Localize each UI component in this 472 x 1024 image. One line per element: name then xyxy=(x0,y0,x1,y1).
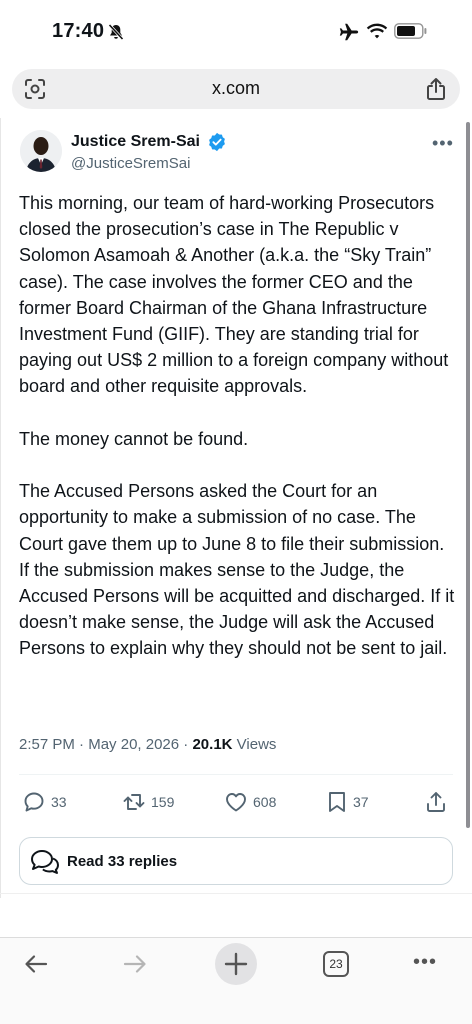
repost-count: 159 xyxy=(151,794,175,810)
bookmark-count: 37 xyxy=(353,794,369,810)
wifi-icon xyxy=(366,23,388,39)
reply-icon xyxy=(24,792,44,812)
new-tab-button[interactable] xyxy=(215,943,257,985)
tweet-paragraph: This morning, our team of hard-working P… xyxy=(19,193,449,397)
like-button[interactable]: 608 xyxy=(224,788,276,816)
repost-icon xyxy=(123,794,145,810)
divider xyxy=(19,774,453,775)
read-replies-label: Read 33 replies xyxy=(67,853,178,870)
share-button[interactable] xyxy=(425,788,447,816)
tweet-text: This morning, our team of hard-working P… xyxy=(19,190,459,688)
chat-bubbles-icon xyxy=(31,850,59,874)
browser-toolbar: 23 ••• xyxy=(0,937,472,1024)
author-handle[interactable]: @JusticeSremSai xyxy=(71,155,190,172)
avatar[interactable] xyxy=(20,130,62,172)
battery-icon xyxy=(394,23,427,39)
tweet-paragraph: The Accused Persons asked the Court for … xyxy=(19,481,455,659)
author-name[interactable]: Justice Srem-Sai xyxy=(71,133,200,151)
tweet-date[interactable]: May 20, 2026 xyxy=(88,736,179,753)
share-icon[interactable] xyxy=(426,77,446,101)
action-bar: 33 159 608 37 xyxy=(0,788,472,816)
verified-badge-icon xyxy=(209,132,225,152)
read-replies-button[interactable]: Read 33 replies xyxy=(19,837,453,885)
url-text[interactable]: x.com xyxy=(12,78,460,99)
more-icon[interactable]: ••• xyxy=(432,133,454,154)
like-count: 608 xyxy=(253,794,277,810)
more-menu-icon[interactable]: ••• xyxy=(413,951,437,974)
repost-button[interactable]: 159 xyxy=(122,788,174,816)
tweet-meta: 2:57 PM · May 20, 2026 · 20.1K Views xyxy=(19,736,276,753)
airplane-icon xyxy=(339,23,359,41)
address-bar[interactable]: x.com xyxy=(12,69,460,109)
reply-button[interactable]: 33 xyxy=(22,788,67,816)
forward-arrow-icon[interactable] xyxy=(121,950,149,978)
meta-dot: · xyxy=(79,736,89,753)
tabs-icon[interactable]: 23 xyxy=(323,951,349,977)
bookmark-icon xyxy=(329,792,345,812)
views-count: 20.1K xyxy=(192,736,233,753)
divider xyxy=(0,893,472,894)
plus-icon xyxy=(224,952,248,976)
back-arrow-icon[interactable] xyxy=(22,950,50,978)
status-time: 17:40 xyxy=(52,20,105,42)
bell-off-icon xyxy=(108,23,124,41)
share-icon xyxy=(427,792,445,812)
tweet-time[interactable]: 2:57 PM xyxy=(19,736,75,753)
reply-count: 33 xyxy=(51,794,67,810)
tweet-paragraph: The money cannot be found. xyxy=(19,428,249,449)
bookmark-button[interactable]: 37 xyxy=(326,788,369,816)
views-label: Views xyxy=(236,736,277,753)
card-border xyxy=(0,118,1,898)
scrollbar[interactable] xyxy=(466,122,470,828)
status-bar: 17:40 xyxy=(0,0,472,62)
like-icon xyxy=(226,793,246,812)
